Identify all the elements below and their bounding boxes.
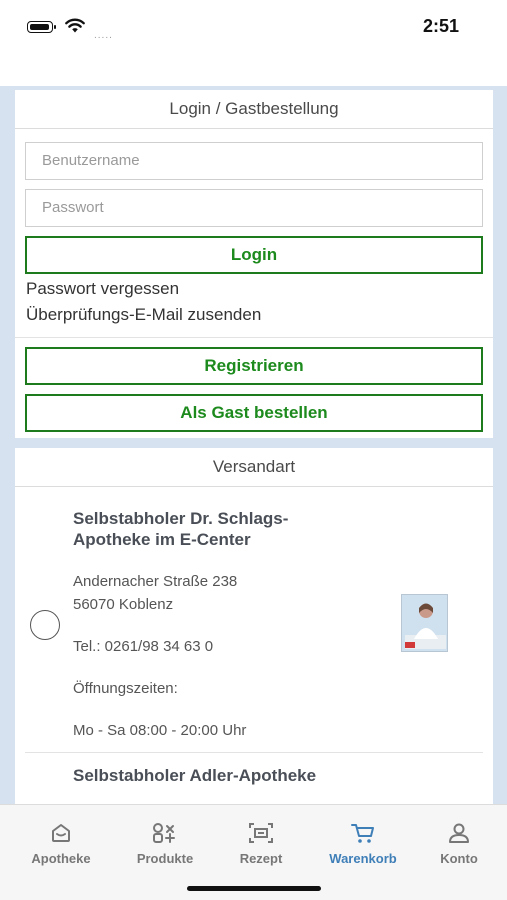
- status-time: 2:51: [422, 16, 459, 36]
- tab-label: Produkte: [136, 851, 194, 866]
- forgot-password-link[interactable]: Passwort vergessen: [26, 279, 179, 299]
- tab-konto[interactable]: Konto: [409, 821, 507, 866]
- battery-icon: [27, 21, 56, 33]
- status-bar: ..... 2:51: [0, 0, 507, 58]
- guest-order-button[interactable]: Als Gast bestellen: [25, 394, 483, 432]
- shipping-option-street: Andernacher Straße 238: [73, 573, 238, 590]
- divider: [25, 752, 483, 753]
- signal-indicator: .....: [94, 30, 113, 41]
- shipping-card-title: Versandart: [15, 448, 493, 487]
- account-icon: [449, 823, 469, 843]
- send-verification-link[interactable]: Überprüfungs-E-Mail zusenden: [26, 305, 261, 325]
- pharmacy-icon: [52, 824, 70, 842]
- login-button[interactable]: Login: [25, 236, 483, 274]
- wifi-icon: [65, 18, 85, 33]
- products-icon: [153, 823, 175, 843]
- shipping-option-radio[interactable]: [30, 610, 60, 640]
- pharmacy-photo: [401, 594, 448, 652]
- tab-label: Konto: [440, 851, 478, 866]
- tab-apotheke[interactable]: Apotheke: [11, 821, 111, 866]
- shipping-option-city: 56070 Koblenz: [73, 596, 174, 613]
- tab-produkte[interactable]: Produkte: [115, 821, 215, 866]
- tab-warenkorb[interactable]: Warenkorb: [313, 821, 413, 866]
- divider: [15, 337, 493, 338]
- nav-bar: [0, 58, 507, 86]
- login-card: Login / Gastbestellung Benutzername Pass…: [15, 90, 493, 438]
- register-button[interactable]: Registrieren: [25, 347, 483, 385]
- tab-label: Apotheke: [31, 851, 91, 866]
- tab-rezept[interactable]: Rezept: [211, 821, 311, 866]
- tab-label: Rezept: [239, 851, 283, 866]
- home-indicator: [187, 886, 321, 891]
- shipping-option-hours: Mo - Sa 08:00 - 20:00 Uhr: [73, 722, 247, 739]
- tab-label: Warenkorb: [329, 851, 397, 866]
- pharmacist-image-icon: [402, 595, 447, 651]
- shipping-option-title: Selbstabholer Adler-Apotheke: [73, 766, 317, 785]
- shipping-card: Versandart Selbstabholer Dr. Schlags-Apo…: [15, 448, 493, 804]
- shipping-option-phone: Tel.: 0261/98 34 63 0: [73, 638, 214, 655]
- shipping-option-hours-label: Öffnungszeiten:: [73, 680, 178, 697]
- cart-icon: [351, 824, 374, 843]
- shipping-option-title: Selbstabholer Dr. Schlags-Apotheke im E-…: [73, 509, 289, 549]
- checkout-content[interactable]: Login / Gastbestellung Benutzername Pass…: [0, 86, 507, 804]
- username-input[interactable]: Benutzername: [25, 142, 483, 180]
- login-card-title: Login / Gastbestellung: [15, 90, 493, 129]
- prescription-scan-icon: [249, 823, 273, 843]
- password-input[interactable]: Passwort: [25, 189, 483, 227]
